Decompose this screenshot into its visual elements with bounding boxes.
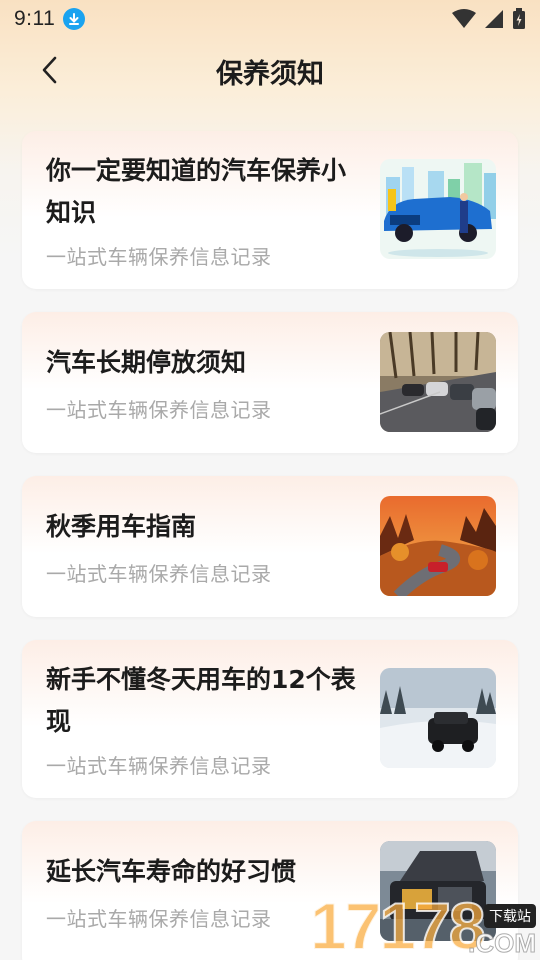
article-title: 汽车长期停放须知 [46,348,247,377]
page-title: 保养须知 [216,59,324,90]
battery-icon [513,8,525,29]
article-subtitle: 一站式车辆保养信息记录 [46,754,272,778]
status-bar: 9:11 [0,0,540,38]
engine-bay-image [380,841,496,941]
article-card[interactable]: 新手不懂冬天用车的12个表现 一站式车辆保养信息记录 [22,640,518,798]
article-subtitle: 一站式车辆保养信息记录 [46,562,272,586]
article-card[interactable]: 汽车长期停放须知 一站式车辆保养信息记录 [22,312,518,453]
status-icons [452,8,526,30]
winter-suv-image [380,668,496,768]
article-subtitle: 一站式车辆保养信息记录 [46,245,272,269]
nav-bar: 保养须知 [0,40,540,100]
autumn-road-image [380,496,496,596]
download-icon [63,8,86,30]
wifi-icon [452,9,476,28]
article-title: 新手不懂冬天用车的12个表现 [46,665,356,736]
signal-icon [485,10,503,28]
article-card[interactable]: 延长汽车寿命的好习惯 一站式车辆保养信息记录 [22,821,518,960]
article-title: 秋季用车指南 [46,512,197,541]
parked-cars-image [380,332,496,432]
status-time: 9:11 [14,7,56,30]
article-card[interactable]: 你一定要知道的汽车保养小知识 一站式车辆保养信息记录 [22,131,518,289]
article-subtitle: 一站式车辆保养信息记录 [46,398,272,422]
article-title: 延长汽车寿命的好习惯 [46,857,297,886]
article-card[interactable]: 秋季用车指南 一站式车辆保养信息记录 [22,476,518,617]
car-repair-image [380,159,496,259]
article-subtitle: 一站式车辆保养信息记录 [46,907,272,931]
article-title: 你一定要知道的汽车保养小知识 [46,156,347,227]
